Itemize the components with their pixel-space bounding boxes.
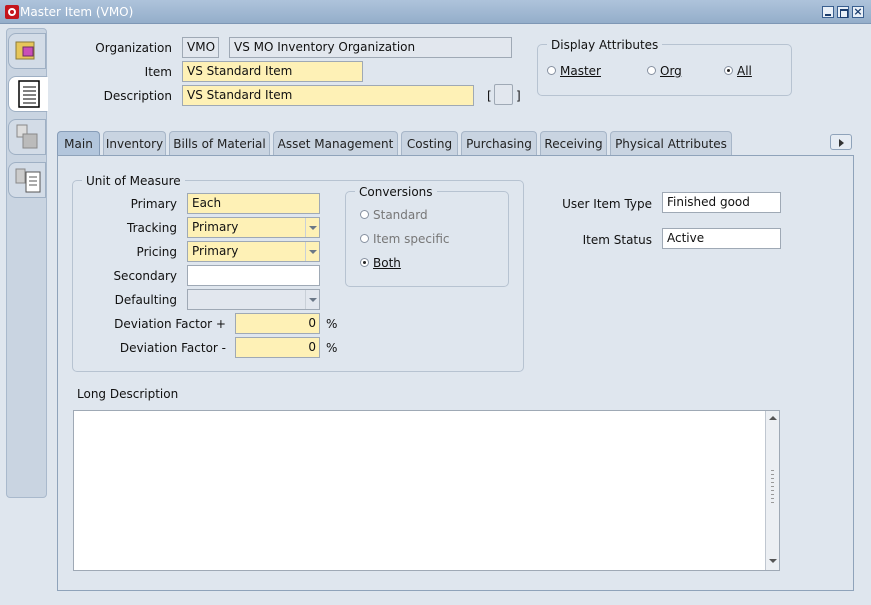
item-status-field[interactable]: Active [662, 228, 781, 249]
tracking-label: Tracking [127, 221, 177, 235]
chevron-down-icon[interactable] [305, 290, 319, 309]
folder-tab-icon[interactable] [8, 33, 46, 69]
scroll-grip-icon[interactable] [771, 470, 774, 506]
oracle-logo-icon [5, 5, 19, 19]
defaulting-select[interactable] [187, 289, 320, 310]
item-label: Item [144, 65, 172, 79]
display-org-radio[interactable] [647, 66, 656, 75]
organization-label: Organization [95, 41, 172, 55]
window-title: Master Item (VMO) [20, 5, 134, 19]
tab-inventory[interactable]: Inventory [103, 131, 166, 155]
conversion-both-radio[interactable] [360, 258, 369, 267]
deviation-factor-plus-field[interactable]: 0 [235, 313, 320, 334]
deviation-factor-plus-label: Deviation Factor + [114, 317, 226, 331]
item-status-label: Item Status [582, 233, 652, 247]
chevron-down-icon[interactable] [305, 242, 319, 261]
descriptive-flexfield[interactable] [494, 84, 513, 105]
tab-asset-management[interactable]: Asset Management [273, 131, 398, 155]
close-icon[interactable]: × [852, 6, 864, 18]
secondary-uom-label: Secondary [113, 269, 177, 283]
document-tab-icon[interactable] [8, 76, 48, 112]
deviation-factor-minus-field[interactable]: 0 [235, 337, 320, 358]
flexfield-close-bracket: ] [516, 89, 521, 103]
conversion-item-specific-radio[interactable] [360, 234, 369, 243]
minimize-icon[interactable] [822, 6, 834, 18]
tracking-select[interactable]: Primary [187, 217, 320, 238]
percent-label: % [326, 341, 338, 355]
scroll-down-icon[interactable] [766, 555, 779, 569]
percent-label: % [326, 317, 338, 331]
item-field[interactable]: VS Standard Item [182, 61, 363, 82]
tab-costing[interactable]: Costing [401, 131, 458, 155]
tab-scroll-right-icon[interactable] [830, 134, 852, 150]
display-master-radio[interactable] [547, 66, 556, 75]
display-master-label[interactable]: Master [560, 64, 601, 78]
description-label: Description [103, 89, 172, 103]
conversions-title: Conversions [355, 185, 437, 199]
tab-physical-attributes[interactable]: Physical Attributes [610, 131, 732, 155]
conversion-item-specific-label[interactable]: Item specific [373, 232, 449, 246]
pricing-label: Pricing [136, 245, 177, 259]
tab-main[interactable]: Main [57, 131, 100, 156]
pricing-select[interactable]: Primary [187, 241, 320, 262]
display-all-radio[interactable] [724, 66, 733, 75]
defaulting-label: Defaulting [114, 293, 177, 307]
display-attributes-title: Display Attributes [547, 38, 663, 52]
chevron-down-icon[interactable] [305, 218, 319, 237]
organization-name-field[interactable]: VS MO Inventory Organization [229, 37, 512, 58]
tab-purchasing[interactable]: Purchasing [461, 131, 537, 155]
deviation-factor-minus-label: Deviation Factor - [119, 341, 226, 355]
display-all-label[interactable]: All [737, 64, 752, 78]
conversion-standard-radio[interactable] [360, 210, 369, 219]
scroll-up-icon[interactable] [766, 412, 779, 426]
unit-of-measure-title: Unit of Measure [82, 174, 185, 188]
tab-bills-of-material[interactable]: Bills of Material [169, 131, 270, 155]
user-item-type-label: User Item Type [562, 197, 652, 211]
tracking-value: Primary [192, 220, 239, 234]
flexfield-open-bracket: [ [487, 89, 492, 103]
org-assignment-tab-icon[interactable] [8, 119, 46, 155]
description-field[interactable]: VS Standard Item [182, 85, 474, 106]
conversion-both-label[interactable]: Both [373, 256, 401, 270]
primary-uom-label: Primary [130, 197, 177, 211]
display-org-label[interactable]: Org [660, 64, 682, 78]
long-description-textarea[interactable] [73, 410, 780, 571]
long-description-label: Long Description [77, 387, 179, 401]
organization-code-field[interactable]: VMO [182, 37, 219, 58]
secondary-uom-field[interactable] [187, 265, 320, 286]
primary-uom-field[interactable]: Each [187, 193, 320, 214]
conversion-standard-label[interactable]: Standard [373, 208, 428, 222]
tab-receiving[interactable]: Receiving [540, 131, 607, 155]
maximize-icon[interactable] [837, 6, 849, 18]
item-list-tab-icon[interactable] [8, 162, 46, 198]
pricing-value: Primary [192, 244, 239, 258]
user-item-type-field[interactable]: Finished good [662, 192, 781, 213]
